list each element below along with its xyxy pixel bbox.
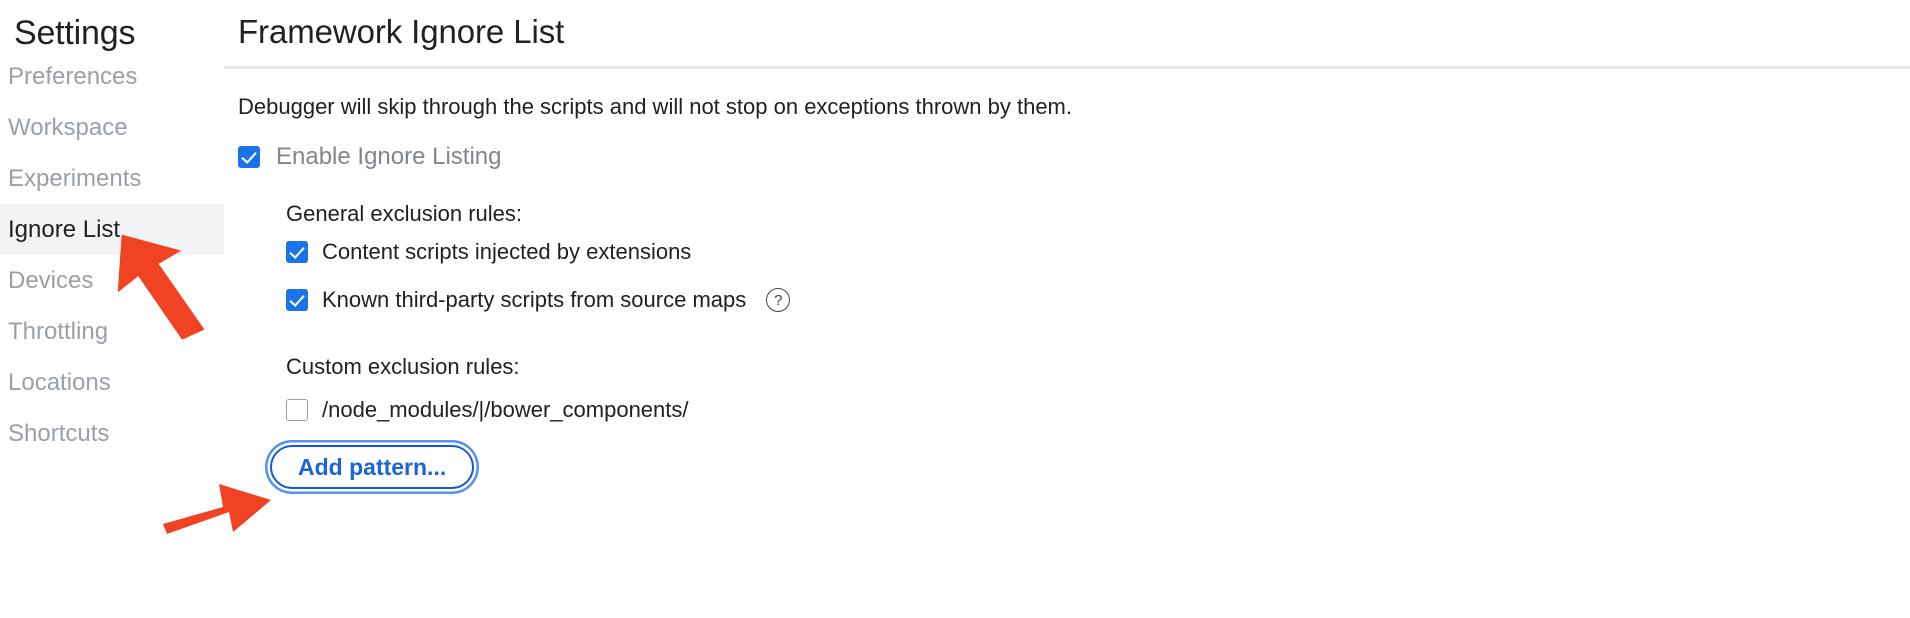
settings-main-panel: Framework Ignore List Debugger will skip… — [224, 0, 1910, 618]
rule-row-content-scripts[interactable]: Content scripts injected by extensions — [286, 238, 691, 266]
sidebar-item-label: Ignore List — [8, 215, 121, 243]
enable-ignore-listing-row[interactable]: Enable Ignore Listing — [238, 143, 502, 171]
sidebar-item-devices[interactable]: Devices — [0, 255, 224, 306]
enable-ignore-listing-label: Enable Ignore Listing — [276, 143, 502, 170]
third-party-source-maps-checkbox[interactable] — [286, 289, 308, 311]
sidebar-title: Settings — [14, 14, 136, 52]
sidebar-item-label: Shortcuts — [8, 419, 110, 447]
settings-sidebar: Settings Preferences Workspace Experimen… — [0, 0, 224, 618]
custom-exclusion-rules-heading: Custom exclusion rules: — [286, 354, 520, 379]
settings-page: Settings Preferences Workspace Experimen… — [0, 0, 1910, 618]
custom-rule-row-node-modules[interactable]: /node_modules/|/bower_components/ — [286, 396, 689, 424]
enable-ignore-listing-checkbox[interactable] — [238, 146, 260, 168]
rule-row-third-party-source-maps[interactable]: Known third-party scripts from source ma… — [286, 286, 791, 314]
sidebar-item-label: Locations — [8, 368, 111, 396]
help-icon-glyph: ? — [774, 291, 783, 309]
sidebar-item-experiments[interactable]: Experiments — [0, 153, 224, 204]
sidebar-item-ignore-list[interactable]: Ignore List — [0, 204, 224, 255]
sidebar-item-label: Experiments — [8, 164, 142, 192]
content-scripts-checkbox[interactable] — [286, 241, 308, 263]
sidebar-item-locations[interactable]: Locations — [0, 357, 224, 408]
add-pattern-button-label: Add pattern... — [298, 453, 447, 480]
custom-rule-label: /node_modules/|/bower_components/ — [322, 397, 689, 422]
rule-label: Known third-party scripts from source ma… — [322, 287, 747, 312]
help-icon[interactable]: ? — [766, 288, 791, 312]
sidebar-item-throttling[interactable]: Throttling — [0, 306, 224, 357]
page-title: Framework Ignore List — [238, 13, 565, 50]
add-pattern-button[interactable]: Add pattern... — [270, 445, 475, 489]
sidebar-item-shortcuts[interactable]: Shortcuts — [0, 408, 224, 459]
sidebar-item-label: Devices — [8, 266, 94, 294]
custom-rule-checkbox[interactable] — [286, 399, 308, 421]
sidebar-item-label: Preferences — [8, 62, 138, 90]
sidebar-item-label: Throttling — [8, 317, 109, 345]
rule-label: Content scripts injected by extensions — [322, 239, 692, 264]
page-description: Debugger will skip through the scripts a… — [238, 94, 1072, 119]
title-divider — [224, 66, 1910, 69]
sidebar-item-label: Workspace — [8, 113, 128, 141]
general-exclusion-rules-heading: General exclusion rules: — [286, 201, 523, 226]
sidebar-item-preferences[interactable]: Preferences — [0, 51, 224, 102]
sidebar-item-workspace[interactable]: Workspace — [0, 102, 224, 153]
